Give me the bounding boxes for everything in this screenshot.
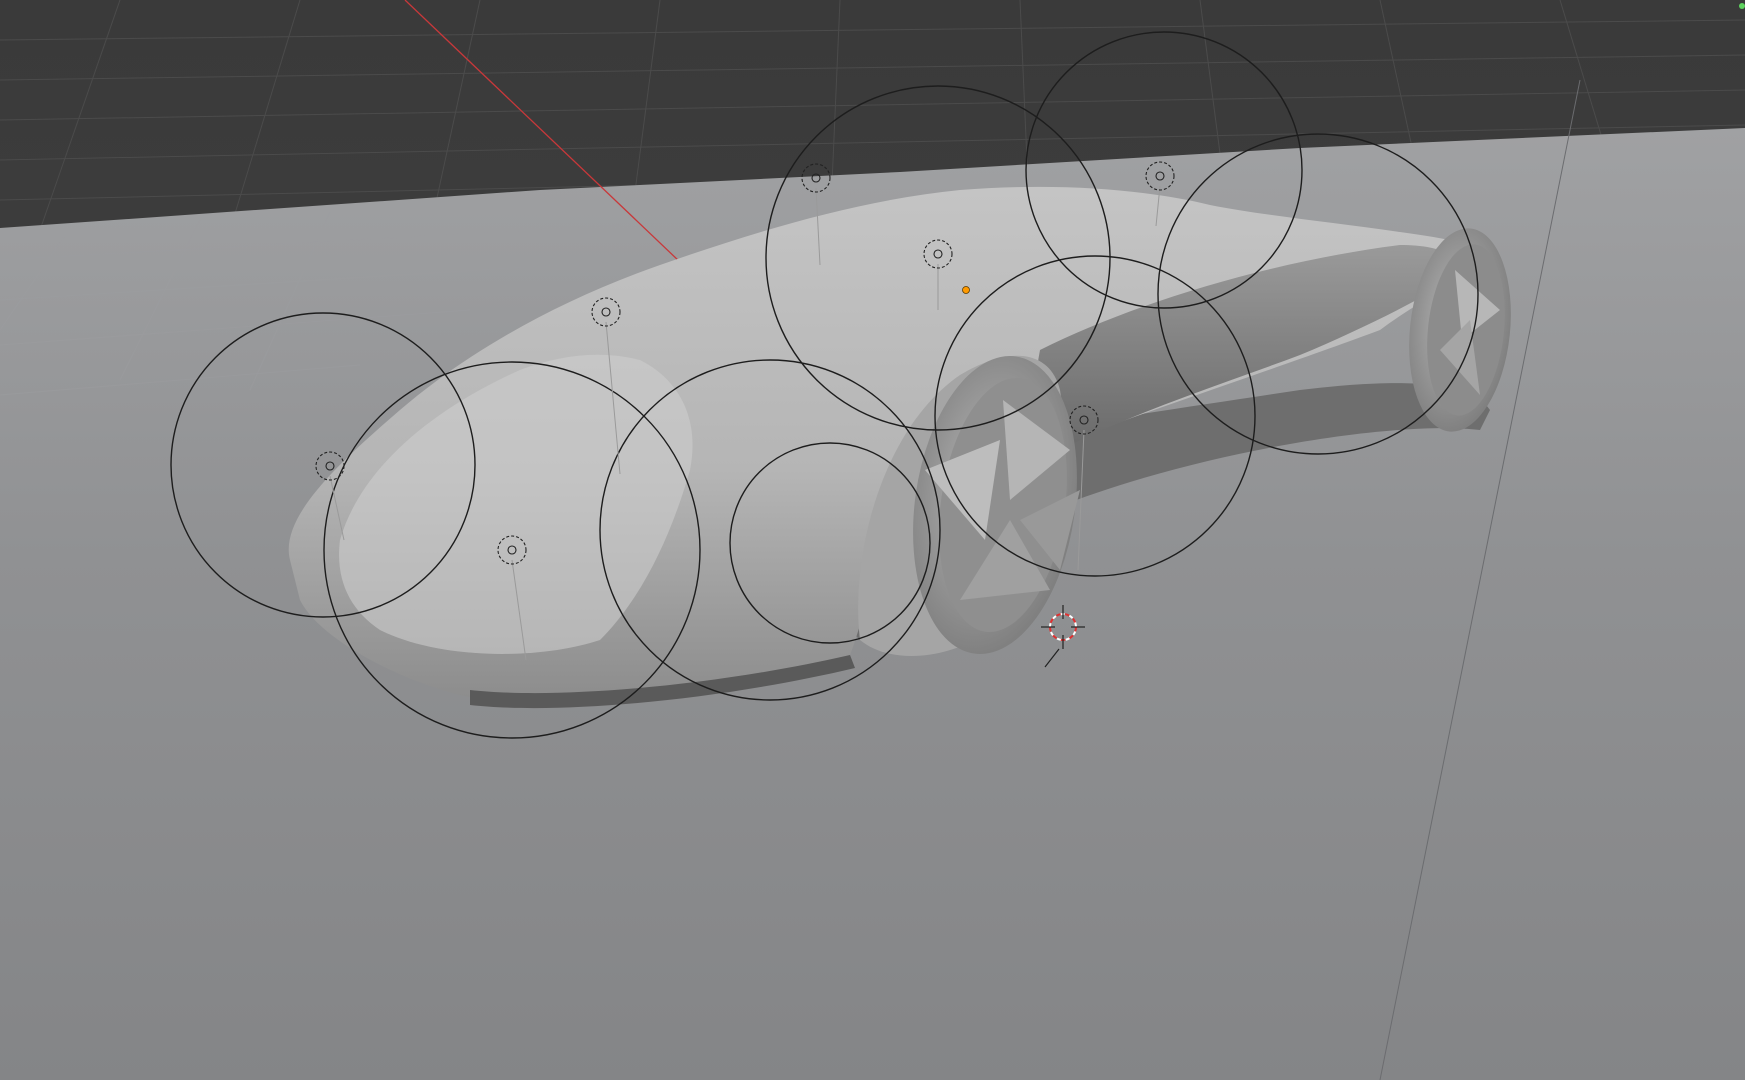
3d-viewport[interactable] <box>0 0 1745 1080</box>
viewport-canvas[interactable] <box>0 0 1745 1080</box>
selected-origin-dot[interactable] <box>962 286 970 294</box>
corner-status-indicator <box>1739 3 1745 9</box>
